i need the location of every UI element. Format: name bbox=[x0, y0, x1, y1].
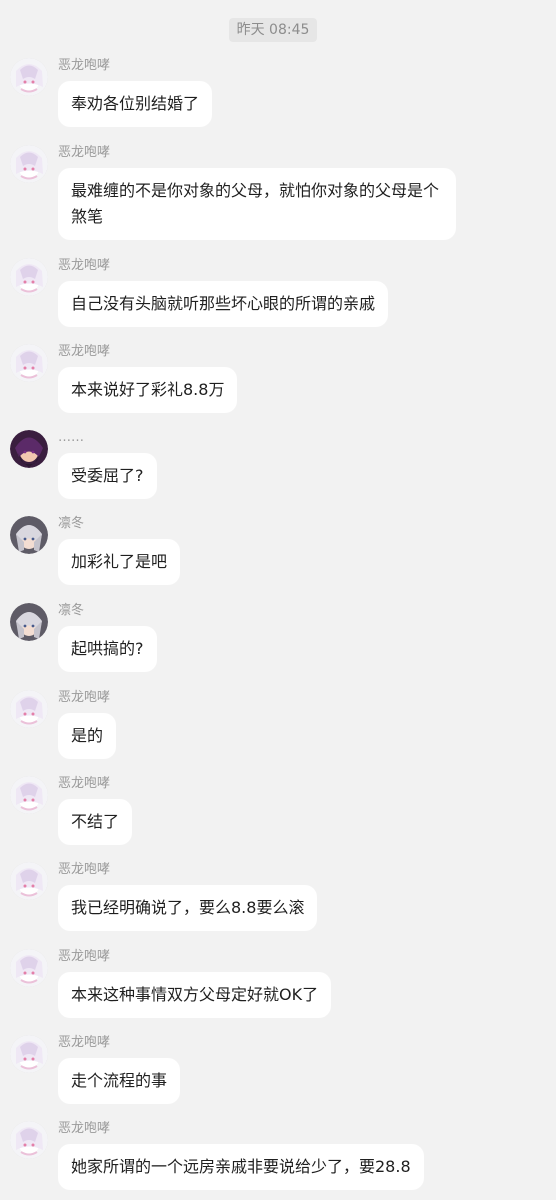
message-bubble[interactable]: 我已经明确说了，要么8.8要么滚 bbox=[58, 885, 318, 931]
avatar-white-hair-anime[interactable] bbox=[10, 949, 48, 987]
avatar-purple-dark-hair[interactable] bbox=[10, 430, 48, 468]
avatar-purple-dark-hair-icon bbox=[10, 430, 48, 468]
sender-name: 恶龙咆哮 bbox=[58, 344, 111, 359]
sender-name: 恶龙咆哮 bbox=[58, 862, 111, 877]
message-bubble[interactable]: 本来说好了彩礼8.8万 bbox=[58, 367, 238, 413]
sender-name: 凛冬 bbox=[58, 516, 85, 531]
sender-name: 恶龙咆哮 bbox=[58, 1121, 111, 1136]
message-bubble[interactable]: 起哄搞的? bbox=[58, 626, 157, 672]
avatar-white-hair-anime[interactable] bbox=[10, 776, 48, 814]
avatar-white-hair-anime-icon bbox=[10, 862, 48, 900]
avatar-white-hair-anime[interactable] bbox=[10, 1121, 48, 1159]
sender-name: 恶龙咆哮 bbox=[58, 690, 111, 705]
avatar-white-hair-anime[interactable] bbox=[10, 1035, 48, 1073]
avatar-white-hair-anime-icon bbox=[10, 344, 48, 382]
message-bubble[interactable]: 受委屈了? bbox=[58, 453, 157, 499]
sender-name: 恶龙咆哮 bbox=[58, 58, 111, 73]
avatar-white-hair-anime[interactable] bbox=[10, 258, 48, 296]
sender-name: 恶龙咆哮 bbox=[58, 1035, 111, 1050]
sender-name: 恶龙咆哮 bbox=[58, 949, 111, 964]
message-bubble[interactable]: 本来这种事情双方父母定好就OK了 bbox=[58, 972, 332, 1018]
sender-name: 恶龙咆哮 bbox=[58, 776, 111, 791]
message-bubble[interactable]: 是的 bbox=[58, 713, 117, 759]
sender-name: …… bbox=[58, 430, 84, 445]
message-bubble[interactable]: 加彩礼了是吧 bbox=[58, 539, 181, 585]
avatar-white-hair-anime[interactable] bbox=[10, 862, 48, 900]
avatar-white-hair-anime-icon bbox=[10, 1121, 48, 1159]
sender-name: 恶龙咆哮 bbox=[58, 258, 111, 273]
avatar-gray-hair-girl[interactable] bbox=[10, 603, 48, 641]
avatar-white-hair-anime-icon bbox=[10, 690, 48, 728]
avatar-white-hair-anime[interactable] bbox=[10, 690, 48, 728]
message-bubble[interactable]: 不结了 bbox=[58, 799, 133, 845]
avatar-white-hair-anime-icon bbox=[10, 258, 48, 296]
avatar-white-hair-anime[interactable] bbox=[10, 145, 48, 183]
sender-name: 凛冬 bbox=[58, 603, 85, 618]
avatar-white-hair-anime-icon bbox=[10, 1035, 48, 1073]
message-bubble[interactable]: 她家所谓的一个远房亲戚非要说给少了，要28.8 bbox=[58, 1144, 424, 1190]
message-bubble[interactable]: 自己没有头脑就听那些坏心眼的所谓的亲戚 bbox=[58, 281, 389, 327]
avatar-white-hair-anime[interactable] bbox=[10, 344, 48, 382]
avatar-white-hair-anime-icon bbox=[10, 58, 48, 96]
avatar-gray-hair-girl-icon bbox=[10, 516, 48, 554]
avatar-white-hair-anime[interactable] bbox=[10, 58, 48, 96]
avatar-white-hair-anime-icon bbox=[10, 949, 48, 987]
message-bubble[interactable]: 奉劝各位别结婚了 bbox=[58, 81, 213, 127]
chat-history: 昨天 08:45 恶龙咆哮 奉劝各位别结婚了 恶龙咆哮 最难缠的不是你对象的父母… bbox=[0, 0, 556, 1200]
avatar-white-hair-anime-icon bbox=[10, 776, 48, 814]
sender-name: 恶龙咆哮 bbox=[58, 145, 111, 160]
avatar-gray-hair-girl[interactable] bbox=[10, 516, 48, 554]
message-bubble[interactable]: 最难缠的不是你对象的父母，就怕你对象的父母是个煞笔 bbox=[58, 168, 456, 240]
avatar-white-hair-anime-icon bbox=[10, 145, 48, 183]
message-timestamp: 昨天 08:45 bbox=[229, 18, 317, 42]
message-bubble[interactable]: 走个流程的事 bbox=[58, 1058, 181, 1104]
avatar-gray-hair-girl-icon bbox=[10, 603, 48, 641]
